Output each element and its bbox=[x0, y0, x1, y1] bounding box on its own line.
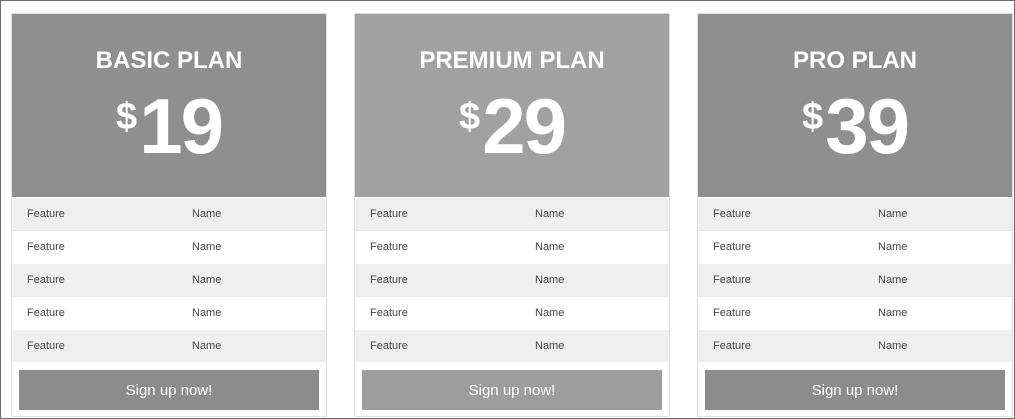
feature-value: Name bbox=[192, 340, 222, 352]
plan-price: $29 bbox=[355, 86, 669, 166]
plan-price: $19 bbox=[12, 86, 326, 166]
feature-row: Feature Name bbox=[355, 296, 669, 329]
feature-label: Feature bbox=[27, 340, 65, 352]
plan-header: PREMIUM PLAN $29 bbox=[355, 14, 669, 197]
plan-name: BASIC PLAN bbox=[95, 47, 243, 74]
feature-list: Feature Name Feature Name Feature Name F… bbox=[12, 197, 326, 362]
feature-row: Feature Name bbox=[698, 197, 1012, 230]
currency-symbol: $ bbox=[459, 96, 481, 138]
feature-row: Feature Name bbox=[12, 296, 326, 329]
sign-up-button[interactable]: Sign up now! bbox=[19, 370, 319, 410]
feature-label: Feature bbox=[713, 241, 751, 253]
currency-symbol: $ bbox=[116, 96, 138, 138]
feature-value: Name bbox=[535, 241, 565, 253]
feature-label: Feature bbox=[27, 208, 65, 220]
feature-value: Name bbox=[535, 307, 565, 319]
sign-up-button[interactable]: Sign up now! bbox=[705, 370, 1005, 410]
pricing-card-basic: BASIC PLAN $19 Feature Name Feature Name… bbox=[11, 13, 327, 417]
plan-price: $39 bbox=[698, 86, 1012, 166]
feature-row: Feature Name bbox=[698, 329, 1012, 362]
feature-label: Feature bbox=[713, 208, 751, 220]
feature-value: Name bbox=[192, 274, 222, 286]
feature-row: Feature Name bbox=[12, 263, 326, 296]
pricing-card-premium: PREMIUM PLAN $29 Feature Name Feature Na… bbox=[354, 13, 670, 417]
feature-row: Feature Name bbox=[355, 263, 669, 296]
feature-value: Name bbox=[535, 340, 565, 352]
plan-header: PRO PLAN $39 bbox=[698, 14, 1012, 197]
feature-value: Name bbox=[192, 241, 222, 253]
price-amount: 39 bbox=[825, 82, 910, 170]
feature-row: Feature Name bbox=[12, 197, 326, 230]
feature-label: Feature bbox=[370, 241, 408, 253]
feature-label: Feature bbox=[370, 274, 408, 286]
feature-value: Name bbox=[878, 274, 908, 286]
feature-label: Feature bbox=[370, 208, 408, 220]
price-amount: 19 bbox=[139, 82, 224, 170]
plan-name: PREMIUM PLAN bbox=[419, 47, 605, 74]
feature-row: Feature Name bbox=[698, 230, 1012, 263]
feature-label: Feature bbox=[713, 340, 751, 352]
feature-value: Name bbox=[192, 307, 222, 319]
feature-label: Feature bbox=[370, 307, 408, 319]
feature-row: Feature Name bbox=[355, 197, 669, 230]
feature-row: Feature Name bbox=[698, 296, 1012, 329]
feature-row: Feature Name bbox=[12, 230, 326, 263]
feature-value: Name bbox=[535, 208, 565, 220]
feature-value: Name bbox=[878, 241, 908, 253]
currency-symbol: $ bbox=[802, 96, 824, 138]
feature-value: Name bbox=[192, 208, 222, 220]
feature-value: Name bbox=[535, 274, 565, 286]
feature-row: Feature Name bbox=[355, 329, 669, 362]
feature-value: Name bbox=[878, 307, 908, 319]
feature-list: Feature Name Feature Name Feature Name F… bbox=[698, 197, 1012, 362]
feature-value: Name bbox=[878, 340, 908, 352]
feature-row: Feature Name bbox=[12, 329, 326, 362]
feature-row: Feature Name bbox=[355, 230, 669, 263]
feature-label: Feature bbox=[27, 307, 65, 319]
feature-list: Feature Name Feature Name Feature Name F… bbox=[355, 197, 669, 362]
plan-header: BASIC PLAN $19 bbox=[12, 14, 326, 197]
pricing-card-pro: PRO PLAN $39 Feature Name Feature Name F… bbox=[697, 13, 1013, 417]
price-amount: 29 bbox=[482, 82, 567, 170]
sign-up-button[interactable]: Sign up now! bbox=[362, 370, 662, 410]
feature-label: Feature bbox=[27, 274, 65, 286]
feature-label: Feature bbox=[713, 307, 751, 319]
plan-name: PRO PLAN bbox=[792, 47, 917, 74]
feature-label: Feature bbox=[27, 241, 65, 253]
feature-value: Name bbox=[878, 208, 908, 220]
feature-label: Feature bbox=[713, 274, 751, 286]
feature-row: Feature Name bbox=[698, 263, 1012, 296]
feature-label: Feature bbox=[370, 340, 408, 352]
